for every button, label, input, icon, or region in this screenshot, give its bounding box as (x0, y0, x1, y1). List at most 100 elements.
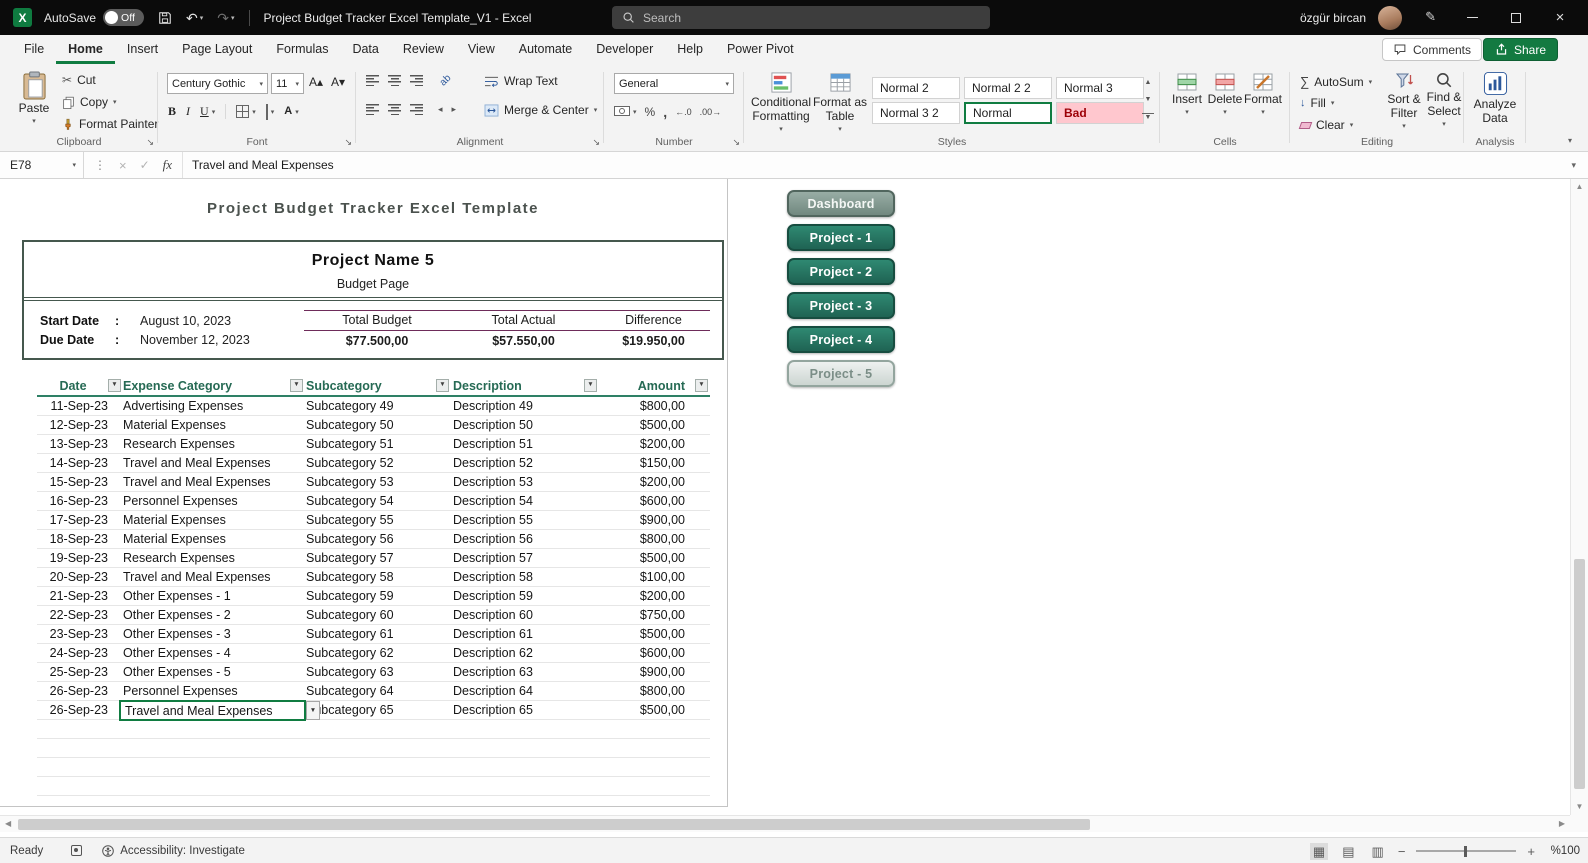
cell-subcategory[interactable]: Subcategory 50 (306, 416, 453, 434)
macro-record-icon[interactable] (71, 845, 83, 856)
cell-date[interactable]: 14-Sep-23 (37, 454, 123, 472)
cut-button[interactable]: ✂ Cut (62, 73, 96, 87)
table-row[interactable]: 20-Sep-23 Travel and Meal Expenses Subca… (37, 568, 710, 587)
cell-date[interactable]: 20-Sep-23 (37, 568, 123, 586)
cell-amount[interactable]: $200,00 (583, 435, 685, 453)
fill-color-dropdown-icon[interactable]: ▾ (271, 108, 275, 116)
table-row-empty[interactable] (37, 777, 710, 796)
cell-date[interactable]: 19-Sep-23 (37, 549, 123, 567)
fill-color-button[interactable] (265, 103, 268, 120)
cell-date[interactable]: 24-Sep-23 (37, 644, 123, 662)
insert-dropdown-icon[interactable]: ▾ (1185, 109, 1189, 117)
cell-amount[interactable]: $800,00 (583, 397, 685, 415)
align-bottom-button[interactable] (410, 75, 423, 86)
autosum-button[interactable]: ∑ AutoSum ▾ (1300, 74, 1372, 89)
confirm-entry-icon[interactable]: ✓ (140, 158, 150, 172)
cell-subcategory[interactable]: Subcategory 60 (306, 606, 453, 624)
cell-description[interactable]: Description 49 (453, 397, 583, 415)
worksheet[interactable]: Project Budget Tracker Excel Template Pr… (0, 179, 1570, 815)
decrease-indent-button[interactable]: ◂ (438, 104, 443, 115)
cell-style-item[interactable]: Normal (964, 102, 1052, 124)
vertical-scrollbar[interactable]: ▲ ▼ (1570, 179, 1588, 815)
cell-description[interactable]: Description 54 (453, 492, 583, 510)
grow-font-button[interactable]: A▴ (309, 75, 323, 89)
cell-amount[interactable]: $600,00 (583, 492, 685, 510)
table-row[interactable]: 21-Sep-23 Other Expenses - 1 Subcategory… (37, 587, 710, 606)
data-validation-dropdown[interactable]: ▼ (306, 701, 320, 720)
paste-button[interactable]: Paste ▾ (12, 71, 56, 126)
zoom-level[interactable]: %100 (1546, 845, 1580, 857)
total-budget-value[interactable]: $77.500,00 (304, 334, 450, 348)
font-name-select[interactable]: Century Gothic ▾ (167, 73, 268, 94)
gallery-up-icon[interactable]: ▲ (1142, 79, 1154, 86)
kebab-icon[interactable]: ⋮ (94, 158, 106, 172)
merge-center-dropdown-icon[interactable]: ▾ (594, 106, 598, 114)
format-painter-button[interactable]: Format Painter (62, 117, 158, 131)
avatar[interactable] (1378, 6, 1402, 30)
table-row-selected[interactable]: 26-Sep-23 Subcategory 65 Description 65 … (37, 700, 710, 721)
wrap-text-button[interactable]: Wrap Text (484, 74, 558, 88)
cell-amount[interactable]: $800,00 (583, 682, 685, 700)
cell-category[interactable]: Material Expenses (123, 416, 306, 434)
table-row[interactable]: 18-Sep-23 Material Expenses Subcategory … (37, 530, 710, 549)
nav-button[interactable]: Project - 5 (787, 360, 895, 387)
clear-button[interactable]: Clear ▾ (1298, 118, 1353, 132)
close-button[interactable]: × (1538, 0, 1582, 35)
cell-date[interactable]: 13-Sep-23 (37, 435, 123, 453)
collapse-ribbon-icon[interactable]: ▾ (1568, 136, 1572, 145)
user-name[interactable]: özgür bircan (1300, 0, 1366, 35)
merge-center-button[interactable]: Merge & Center ▾ (484, 103, 597, 117)
cell-description[interactable]: Description 55 (453, 511, 583, 529)
format-dropdown-icon[interactable]: ▾ (1261, 109, 1265, 117)
gallery-expand-icon[interactable]: ▼ (1142, 113, 1154, 121)
zoom-slider-thumb[interactable] (1464, 845, 1468, 857)
bold-button[interactable]: B (168, 104, 176, 119)
start-date-label[interactable]: Start Date (40, 314, 99, 328)
cell-subcategory[interactable]: Subcategory 53 (306, 473, 453, 491)
page-subtitle[interactable]: Budget Page (22, 277, 724, 291)
format-cells-button[interactable]: Format ▾ (1244, 73, 1282, 117)
cell-amount[interactable]: $100,00 (583, 568, 685, 586)
cell-date[interactable]: 16-Sep-23 (37, 492, 123, 510)
cell-category[interactable]: Travel and Meal Expenses (123, 568, 306, 586)
cell-amount[interactable]: $750,00 (583, 606, 685, 624)
conditional-formatting-button[interactable]: Conditional Formatting ▾ (751, 71, 811, 134)
increase-indent-button[interactable]: ▸ (452, 104, 457, 115)
ribbon-tab[interactable]: Review (391, 35, 456, 64)
gallery-down-icon[interactable]: ▼ (1142, 96, 1154, 103)
cell-date[interactable]: 15-Sep-23 (37, 473, 123, 491)
cell-style-item[interactable]: Bad (1056, 102, 1144, 124)
font-size-dropdown-icon[interactable]: ▾ (295, 80, 299, 88)
nav-button[interactable]: Project - 4 (787, 326, 895, 353)
cell-style-item[interactable]: Normal 2 2 (964, 77, 1052, 99)
ribbon-tab[interactable]: Insert (115, 35, 170, 64)
borders-dropdown-icon[interactable]: ▾ (252, 108, 256, 116)
horizontal-scrollbar[interactable]: ◀ ▶ (0, 815, 1570, 832)
comma-style-button[interactable]: , (663, 104, 667, 120)
column-header-description[interactable]: Description (453, 377, 583, 395)
filter-button-amount[interactable]: ▼ (695, 379, 708, 392)
table-row[interactable]: 24-Sep-23 Other Expenses - 4 Subcategory… (37, 644, 710, 663)
cell-category[interactable]: Personnel Expenses (123, 492, 306, 510)
project-name[interactable]: Project Name 5 (22, 252, 724, 270)
cell-subcategory[interactable]: Subcategory 64 (306, 682, 453, 700)
delete-dropdown-icon[interactable]: ▾ (1223, 109, 1227, 117)
sort-filter-dropdown-icon[interactable]: ▾ (1402, 123, 1406, 131)
cell-date[interactable]: 26-Sep-23 (37, 701, 123, 719)
cell-category[interactable]: Personnel Expenses (123, 682, 306, 700)
number-format-select[interactable]: General ▾ (614, 73, 734, 94)
increase-decimal-button[interactable]: ←.0 (675, 107, 692, 117)
ribbon-tab[interactable]: Developer (584, 35, 665, 64)
ribbon-tab[interactable]: Page Layout (170, 35, 264, 64)
total-budget-header[interactable]: Total Budget (304, 313, 450, 327)
cell-subcategory[interactable]: Subcategory 55 (306, 511, 453, 529)
cell-description[interactable]: Description 50 (453, 416, 583, 434)
percent-style-button[interactable]: % (645, 105, 656, 119)
normal-view-button[interactable]: ▦ (1309, 842, 1329, 860)
cell-amount[interactable]: $600,00 (583, 644, 685, 662)
table-row[interactable]: 13-Sep-23 Research Expenses Subcategory … (37, 435, 710, 454)
table-row[interactable]: 26-Sep-23 Personnel Expenses Subcategory… (37, 682, 710, 701)
cell-description[interactable]: Description 61 (453, 625, 583, 643)
scroll-up-icon[interactable]: ▲ (1571, 183, 1588, 191)
cell-subcategory[interactable]: Subcategory 49 (306, 397, 453, 415)
